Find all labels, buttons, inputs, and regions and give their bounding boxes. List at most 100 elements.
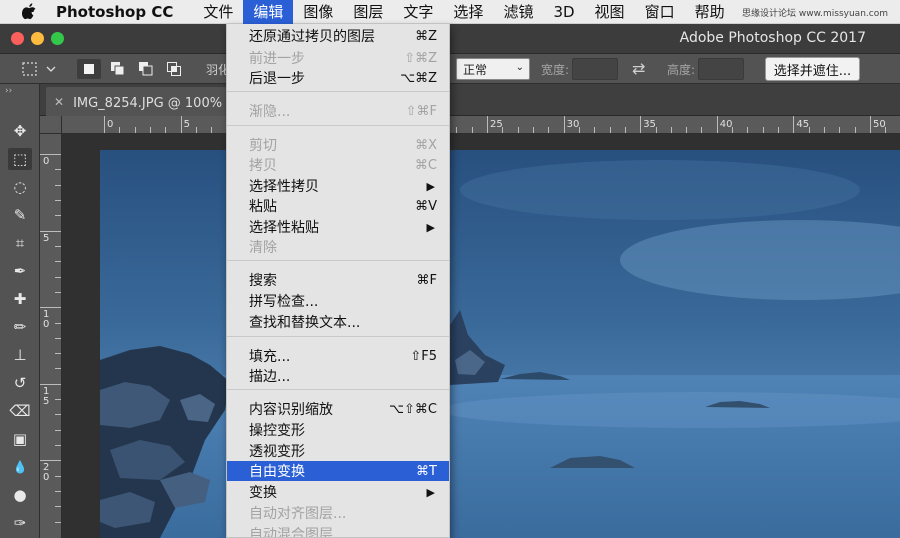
ruler-minor-tick [55, 368, 61, 370]
menu-item-shortcut: ⌥⌘Z [400, 70, 437, 86]
menu-item[interactable]: 图像 [293, 0, 343, 24]
new-selection-icon [84, 64, 94, 74]
marquee-tool[interactable]: ⬚ [8, 148, 32, 170]
gradient-tool[interactable]: ▣ [8, 428, 32, 450]
ruler-minor-tick [55, 353, 61, 355]
edit-menu-item: 渐隐... ⇧⌘F [227, 101, 449, 121]
history-brush-tool[interactable]: ↺ [8, 372, 32, 394]
menu-item-label: 拷贝 [249, 158, 277, 174]
zoom-window-button[interactable] [51, 32, 64, 45]
subtract-from-selection-button[interactable] [134, 59, 158, 79]
marquee-icon: ⬚ [12, 150, 28, 168]
menu-item-label: 内容识别缩放 [249, 402, 333, 418]
menu-separator [227, 91, 449, 92]
vertical-ruler[interactable]: 0 5 10 15 20 [40, 134, 62, 538]
edit-menu-item[interactable]: 拼写检查... [227, 291, 449, 311]
submenu-arrow-icon: ▶ [426, 220, 435, 234]
ruler-origin[interactable] [40, 116, 62, 134]
brush-tool[interactable]: ✏ [8, 316, 32, 338]
crop-tool[interactable]: ⌗ [8, 232, 32, 254]
document-image[interactable] [100, 150, 900, 538]
clone-stamp-tool[interactable]: ⊥ [8, 344, 32, 366]
minimize-window-button[interactable] [31, 32, 44, 45]
ruler-minor-tick [55, 245, 61, 247]
move-tool[interactable]: ✥ [8, 120, 32, 142]
lasso-tool[interactable]: ◌ [8, 176, 32, 198]
pen-tool[interactable]: ✑ [8, 512, 32, 534]
menu-item-label: 填充... [249, 349, 291, 365]
pen-icon: ✑ [13, 514, 27, 532]
panel-collapse-icon[interactable]: ›› [5, 86, 12, 96]
ruler-minor-tick [55, 261, 61, 263]
swap-width-height-icon[interactable]: ⇄ [632, 59, 645, 78]
close-tab-icon[interactable]: ✕ [54, 95, 64, 109]
menu-edit[interactable]: 编辑 [243, 0, 294, 24]
ruler-minor-tick [119, 127, 121, 133]
ruler-minor-tick [55, 215, 61, 217]
menu-item[interactable]: 选择 [443, 0, 493, 24]
ruler-minor-tick [211, 127, 213, 133]
menu-item[interactable]: 图层 [343, 0, 393, 24]
intersect-selection-button[interactable] [162, 59, 186, 79]
dodge-tool[interactable]: ● [8, 484, 32, 506]
edit-menu-item[interactable]: 选择性粘贴 ▶ [227, 217, 449, 237]
ruler-major-tick [40, 307, 61, 309]
ruler-major-tick [40, 154, 61, 155]
healing-brush-tool[interactable]: ✚ [8, 288, 32, 310]
ruler-major-tick [487, 116, 488, 133]
width-input[interactable] [572, 58, 618, 80]
edit-menu-item: 前进一步 ⇧⌘Z [227, 48, 449, 68]
ruler-major-tick [40, 383, 61, 385]
brush-icon: ✏ [13, 318, 27, 336]
height-input[interactable] [698, 58, 744, 80]
seascape-photo [100, 150, 900, 538]
menu-item[interactable]: 文件 [193, 0, 243, 24]
app-name-menu[interactable]: Photoshop CC [56, 3, 173, 21]
new-selection-button[interactable] [77, 59, 101, 79]
height-label: 高度: [667, 63, 696, 77]
menu-item[interactable]: 3D [543, 0, 584, 24]
select-and-mask-button[interactable]: 选择并遮住... [765, 57, 860, 81]
ruler-label: 0 [107, 119, 114, 130]
edit-menu-item[interactable]: 透视变形 [227, 441, 449, 461]
blur-tool[interactable]: 💧 [8, 456, 32, 478]
edit-menu-item[interactable]: 粘贴 ⌘V [227, 196, 449, 216]
ruler-minor-tick [517, 127, 519, 133]
apple-icon[interactable] [16, 0, 42, 24]
style-dropdown-value: 正常 [463, 62, 488, 77]
edit-menu-item[interactable]: 变换 ▶ [227, 482, 449, 502]
edit-menu-item[interactable]: 搜索 ⌘F [227, 270, 449, 290]
ruler-major-tick [104, 116, 105, 133]
menu-item-shortcut: ⌘X [415, 137, 437, 153]
width-label: 宽度: [541, 63, 570, 77]
edit-menu-item[interactable]: 查找和替换文本... [227, 312, 449, 332]
eraser-tool[interactable]: ⌫ [8, 400, 32, 422]
style-dropdown[interactable]: 正常 ⌄ [456, 58, 530, 80]
horizontal-ruler[interactable]: 05101520253035404550 [62, 116, 900, 134]
marquee-preset-picker[interactable] [20, 59, 60, 79]
watermark-text: 思缘设计论坛 www.missyuan.com [742, 9, 888, 19]
edit-menu-item[interactable]: 后退一步 ⌥⌘Z [227, 68, 449, 88]
edit-menu-item[interactable]: 自由变换 ⌘T [227, 461, 449, 481]
ruler-minor-tick [548, 127, 550, 133]
eyedropper-tool[interactable]: ✒ [8, 260, 32, 282]
close-window-button[interactable] [11, 32, 24, 45]
ruler-minor-tick [55, 337, 61, 339]
edit-menu-item[interactable]: 描边... [227, 366, 449, 386]
edit-menu-item[interactable]: 还原通过拷贝的图层 ⌘Z [227, 26, 449, 46]
menu-item[interactable]: 滤镜 [493, 0, 543, 24]
edit-menu-item[interactable]: 选择性拷贝 ▶ [227, 176, 449, 196]
canvas-area[interactable] [62, 134, 900, 538]
ruler-label: 20 [43, 462, 50, 484]
menu-item[interactable]: 窗口 [635, 0, 685, 24]
ruler-minor-tick [55, 184, 61, 186]
edit-menu-item[interactable]: 填充... ⇧F5 [227, 346, 449, 366]
menu-item[interactable]: 文字 [393, 0, 443, 24]
add-selection-icon [111, 62, 125, 76]
add-to-selection-button[interactable] [106, 59, 130, 79]
menu-item[interactable]: 视图 [585, 0, 635, 24]
quick-select-tool[interactable]: ✎ [8, 204, 32, 226]
edit-menu-item[interactable]: 操控变形 [227, 420, 449, 440]
menu-item[interactable]: 帮助 [685, 0, 735, 24]
edit-menu-item[interactable]: 内容识别缩放 ⌥⇧⌘C [227, 399, 449, 419]
